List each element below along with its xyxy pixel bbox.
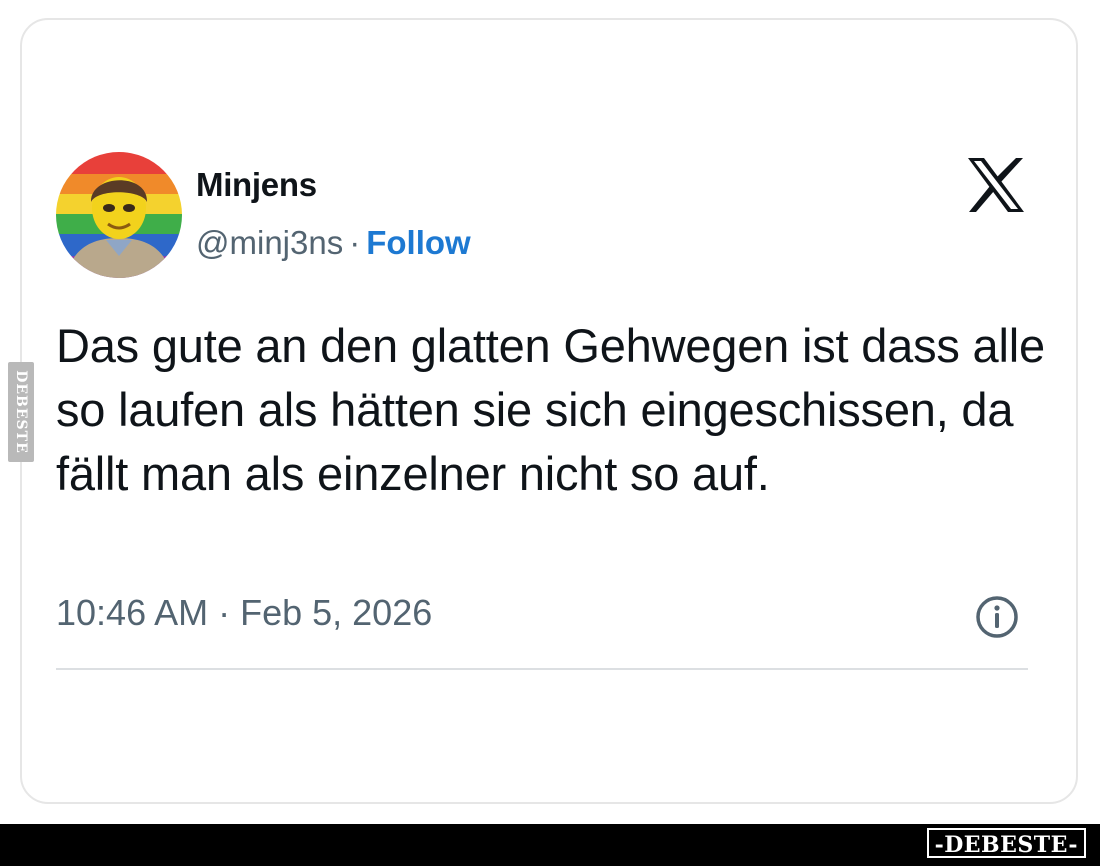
author-name[interactable]: Minjens [196, 166, 317, 204]
handle-row: @minj3ns · Follow [196, 224, 471, 262]
divider [56, 668, 1028, 670]
side-watermark: DEBESTE [8, 362, 34, 462]
handle-separator: · [349, 224, 361, 261]
follow-button[interactable]: Follow [366, 224, 470, 261]
side-watermark-label: DEBESTE [13, 370, 29, 454]
avatar-image [56, 152, 182, 278]
screenshot-page: Minjens @minj3ns · Follow Das gute an den … [0, 0, 1100, 866]
tweet-timestamp[interactable]: 10:46 AM · Feb 5, 2026 [56, 592, 432, 634]
avatar[interactable] [56, 152, 182, 278]
info-icon[interactable] [974, 594, 1020, 640]
tweet-text: Das gute an den glatten Gehwegen ist das… [56, 319, 1045, 500]
brand-badge: -DEBESTE- [926, 828, 1086, 858]
author-handle[interactable]: @minj3ns [196, 224, 343, 261]
x-logo-icon[interactable] [966, 156, 1026, 214]
bottom-bar: -DEBESTE- [0, 824, 1100, 866]
